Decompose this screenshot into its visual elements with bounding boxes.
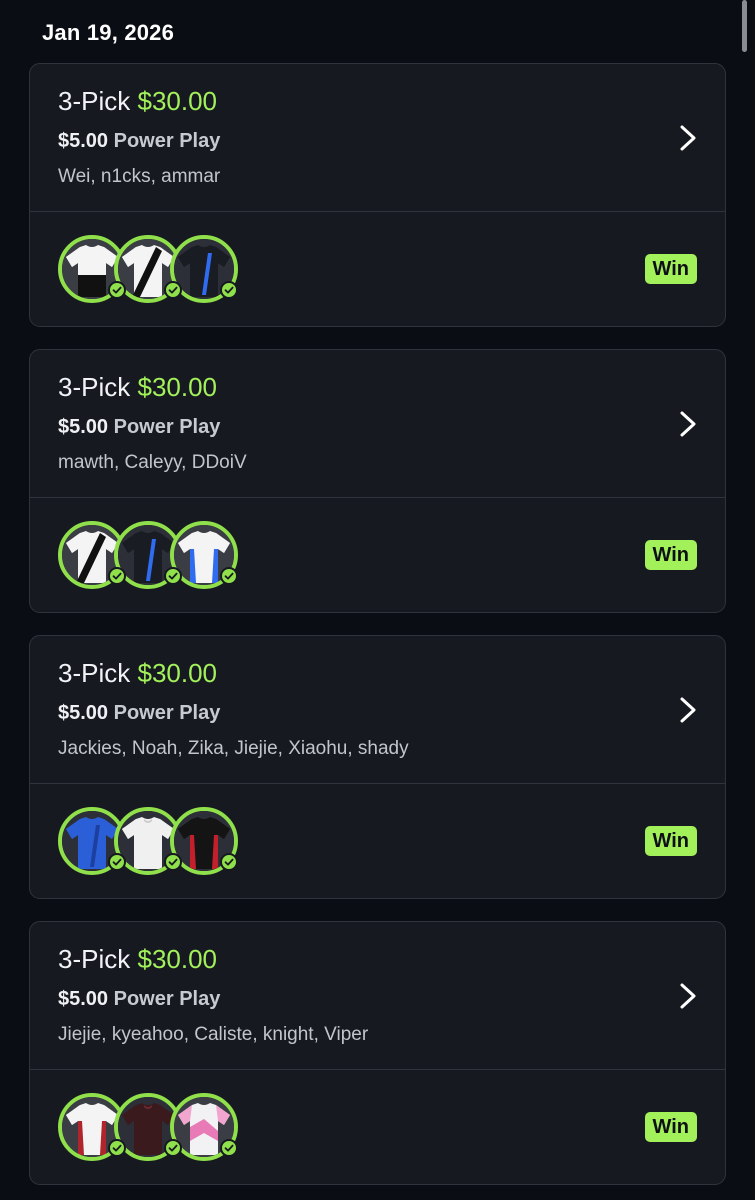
payout-amount: $30.00 xyxy=(137,372,218,402)
entry-amount: $5.00 xyxy=(58,988,109,1010)
entry-title: 3-Pick $30.00 xyxy=(58,372,217,403)
entry-title: 3-Pick $30.00 xyxy=(58,658,217,689)
pick-avatars xyxy=(58,521,248,589)
chevron-right-icon[interactable] xyxy=(677,696,699,724)
play-type: Power Play xyxy=(113,416,221,438)
entry-card[interactable]: 3-Pick $30.00 $5.00 Power Play Jackies, … xyxy=(29,635,726,899)
entry-card[interactable]: 3-Pick $30.00 $5.00 Power Play mawth, Ca… xyxy=(29,349,726,613)
entry-amount: $5.00 xyxy=(58,130,109,152)
entry-details: $5.00 Power Play xyxy=(58,416,220,439)
check-icon xyxy=(220,567,238,585)
pick-label: 3-Pick xyxy=(58,372,131,402)
check-icon xyxy=(108,567,126,585)
check-icon xyxy=(108,1139,126,1157)
entry-details: $5.00 Power Play xyxy=(58,130,220,153)
check-icon xyxy=(164,281,182,299)
entry-summary[interactable]: 3-Pick $30.00 $5.00 Power Play Jackies, … xyxy=(30,636,725,784)
entry-summary[interactable]: 3-Pick $30.00 $5.00 Power Play Wei, n1ck… xyxy=(30,64,725,212)
pick-avatars xyxy=(58,807,248,875)
check-icon xyxy=(164,853,182,871)
pick-label: 3-Pick xyxy=(58,658,131,688)
result-badge: Win xyxy=(644,826,697,856)
entry-footer: Win xyxy=(30,1070,725,1184)
entry-footer: Win xyxy=(30,498,725,612)
chevron-right-icon[interactable] xyxy=(677,124,699,152)
pick-avatars xyxy=(58,1093,248,1161)
scrollbar[interactable] xyxy=(742,0,747,52)
pick-label: 3-Pick xyxy=(58,944,131,974)
player-list: Wei, n1cks, ammar xyxy=(58,166,221,187)
check-icon xyxy=(164,567,182,585)
player-list: mawth, Caleyy, DDoiV xyxy=(58,452,247,473)
entry-summary[interactable]: 3-Pick $30.00 $5.00 Power Play mawth, Ca… xyxy=(30,350,725,498)
check-icon xyxy=(164,1139,182,1157)
check-icon xyxy=(108,281,126,299)
entry-amount: $5.00 xyxy=(58,416,109,438)
payout-amount: $30.00 xyxy=(137,658,218,688)
entry-title: 3-Pick $30.00 xyxy=(58,86,217,117)
play-type: Power Play xyxy=(113,702,221,724)
payout-amount: $30.00 xyxy=(137,944,218,974)
payout-amount: $30.00 xyxy=(137,86,218,116)
entry-card[interactable]: 3-Pick $30.00 $5.00 Power Play Wei, n1ck… xyxy=(29,63,726,327)
chevron-right-icon[interactable] xyxy=(677,982,699,1010)
entry-summary[interactable]: 3-Pick $30.00 $5.00 Power Play Jiejie, k… xyxy=(30,922,725,1070)
entries-page: Jan 19, 2026 3-Pick $30.00 $5.00 Power P… xyxy=(0,0,755,1200)
result-badge: Win xyxy=(644,254,697,284)
entry-amount: $5.00 xyxy=(58,702,109,724)
player-list: Jackies, Noah, Zika, Jiejie, Xiaohu, sha… xyxy=(58,738,409,759)
check-icon xyxy=(220,1139,238,1157)
entry-title: 3-Pick $30.00 xyxy=(58,944,217,975)
player-list: Jiejie, kyeahoo, Caliste, knight, Viper xyxy=(58,1024,369,1045)
entry-footer: Win xyxy=(30,212,725,326)
check-icon xyxy=(108,853,126,871)
play-type: Power Play xyxy=(113,130,221,152)
result-badge: Win xyxy=(644,540,697,570)
pick-avatars xyxy=(58,235,248,303)
chevron-right-icon[interactable] xyxy=(677,410,699,438)
result-badge: Win xyxy=(644,1112,697,1142)
pick-label: 3-Pick xyxy=(58,86,131,116)
date-header: Jan 19, 2026 xyxy=(42,20,175,45)
entry-card[interactable]: 3-Pick $30.00 $5.00 Power Play Jiejie, k… xyxy=(29,921,726,1185)
check-icon xyxy=(220,853,238,871)
entry-details: $5.00 Power Play xyxy=(58,702,220,725)
entry-footer: Win xyxy=(30,784,725,898)
check-icon xyxy=(220,281,238,299)
entry-details: $5.00 Power Play xyxy=(58,988,220,1011)
play-type: Power Play xyxy=(113,988,221,1010)
